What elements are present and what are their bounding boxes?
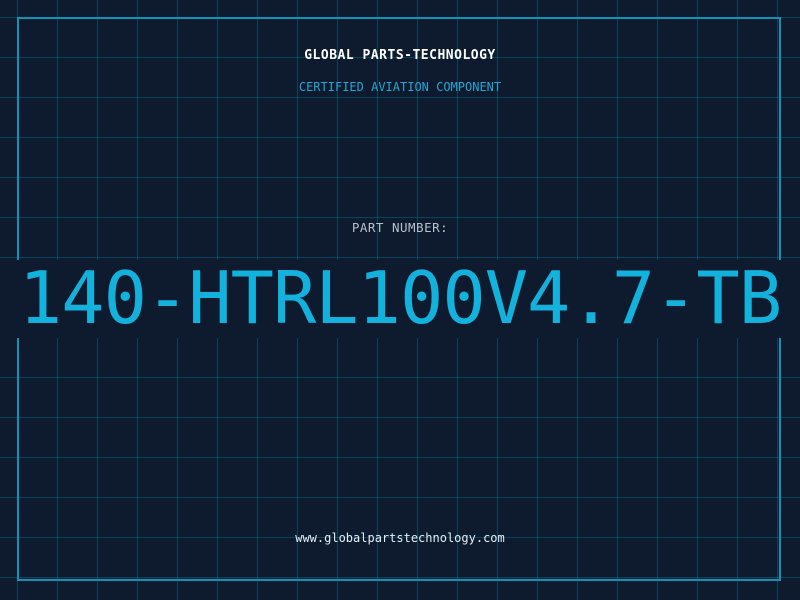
certification-subtitle: CERTIFIED AVIATION COMPONENT [298,80,502,94]
brand-title: GLOBAL PARTS-TECHNOLOGY [304,48,496,63]
part-number-label: PART NUMBER: [351,220,449,235]
website-url: www.globalpartstechnology.com [295,531,505,545]
part-number-value: 140-HTRL100V4.7-TB [18,260,782,338]
part-number-band: 140-HTRL100V4.7-TB [0,260,800,338]
